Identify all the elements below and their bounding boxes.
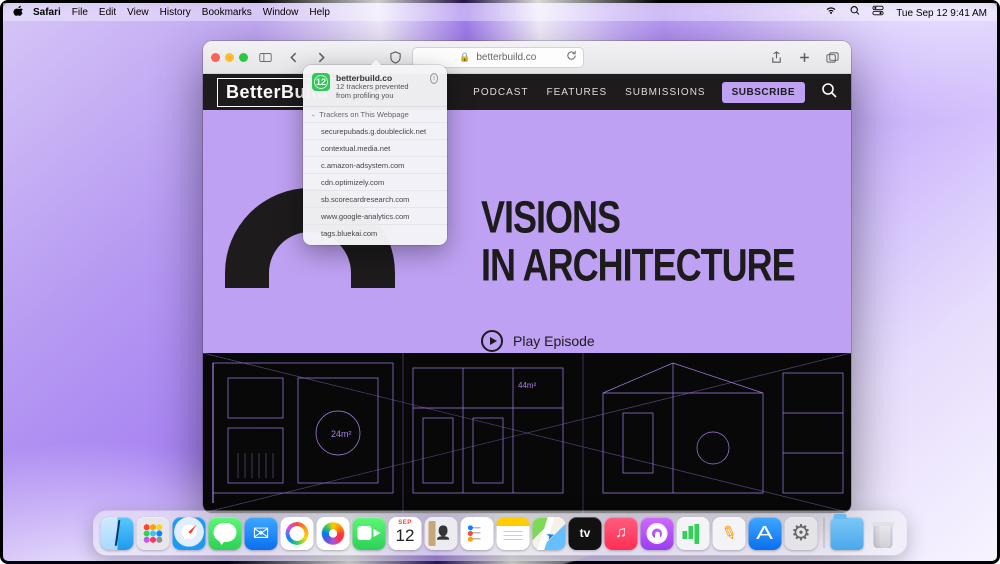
window-minimize-button[interactable]: [225, 53, 234, 62]
dock-downloads-folder[interactable]: [831, 517, 864, 550]
menu-history[interactable]: History: [160, 7, 191, 18]
site-search-icon[interactable]: [821, 82, 837, 103]
nav-submissions[interactable]: SUBMISSIONS: [625, 87, 705, 98]
dock-calendar[interactable]: SEP 12: [389, 517, 422, 550]
desktop: Safari File Edit View History Bookmarks …: [0, 0, 1000, 564]
tracker-item: tags.bluekai.com: [303, 224, 447, 241]
dock-maps[interactable]: [533, 517, 566, 550]
menu-view[interactable]: View: [127, 7, 149, 18]
reload-icon[interactable]: [566, 50, 577, 64]
tracker-item: contextual.media.net: [303, 139, 447, 156]
site-nav: PODCAST FEATURES SUBMISSIONS: [473, 87, 705, 98]
dock-finder[interactable]: [101, 517, 134, 550]
tracker-item: www.google-analytics.com: [303, 207, 447, 224]
tab-overview-button[interactable]: [821, 47, 843, 67]
privacy-report-button[interactable]: [384, 47, 406, 67]
hero-title-line2: IN ARCHITECTURE: [481, 244, 795, 286]
dock-tv[interactable]: [569, 517, 602, 550]
nav-podcast[interactable]: PODCAST: [473, 87, 528, 98]
lock-icon: 🔒: [459, 52, 470, 63]
hero-title-line1: VISIONS: [481, 196, 795, 238]
dock-pages[interactable]: [713, 517, 746, 550]
back-button[interactable]: [282, 47, 304, 67]
play-icon: [481, 330, 503, 352]
spotlight-icon[interactable]: [849, 5, 861, 16]
chevron-down-icon: ›: [310, 115, 317, 117]
menubar-status: Tue Sep 12 9:41 AM: [816, 5, 987, 19]
calendar-day: 12: [389, 526, 422, 546]
menu-window[interactable]: Window: [263, 7, 299, 18]
svg-text:24m²: 24m²: [331, 429, 352, 439]
dock-notes[interactable]: [497, 517, 530, 550]
dock-settings[interactable]: [785, 517, 818, 550]
play-label: Play Episode: [513, 333, 595, 349]
play-episode-button[interactable]: Play Episode: [481, 330, 595, 352]
dock-reminders[interactable]: [461, 517, 494, 550]
share-button[interactable]: [765, 47, 787, 67]
menu-file[interactable]: File: [72, 7, 88, 18]
tracker-list: securepubads.g.doubleclick.net contextua…: [303, 122, 447, 241]
site-header: BetterBuild PODCAST FEATURES SUBMISSIONS…: [203, 74, 851, 110]
dock-launchpad[interactable]: [137, 517, 170, 550]
dock-numbers[interactable]: [677, 517, 710, 550]
sidebar-toggle-icon[interactable]: [254, 47, 276, 67]
dock-trash[interactable]: [867, 517, 900, 550]
tracker-item: c.amazon-adsystem.com: [303, 156, 447, 173]
menu-bookmarks[interactable]: Bookmarks: [202, 7, 252, 18]
control-center-icon[interactable]: [872, 5, 884, 16]
apple-menu-icon[interactable]: [13, 5, 25, 19]
trackers-section-header[interactable]: › Trackers on This Webpage: [303, 106, 447, 122]
dock-messages[interactable]: [209, 517, 242, 550]
privacy-info-icon[interactable]: i: [430, 73, 438, 84]
subscribe-button[interactable]: SUBSCRIBE: [722, 82, 805, 103]
safari-toolbar: 🔒 betterbuild.co: [203, 41, 851, 74]
tracker-item: sb.scorecardresearch.com: [303, 190, 447, 207]
dock-music[interactable]: [605, 517, 638, 550]
privacy-report-popover: 12 betterbuild.co 12 trackers prevented …: [303, 65, 447, 245]
menu-help[interactable]: Help: [309, 7, 330, 18]
dock-safari[interactable]: [173, 517, 206, 550]
dock-podcasts[interactable]: [641, 517, 674, 550]
forward-button[interactable]: [310, 47, 332, 67]
webpage-content: BetterBuild PODCAST FEATURES SUBMISSIONS…: [203, 74, 851, 513]
dock: SEP 12: [94, 511, 907, 555]
hero-text: VISIONS IN ARCHITECTURE EPISODE 14: [481, 196, 795, 278]
menubar: Safari File Edit View History Bookmarks …: [3, 3, 997, 21]
menu-edit[interactable]: Edit: [99, 7, 116, 18]
dock-contacts[interactable]: [425, 517, 458, 550]
hero-panel: VISIONS IN ARCHITECTURE EPISODE 14 Play …: [203, 110, 851, 513]
tracker-item: securepubads.g.doubleclick.net: [303, 122, 447, 139]
wifi-icon[interactable]: [825, 5, 837, 16]
dock-separator: [824, 518, 825, 548]
address-host: betterbuild.co: [476, 52, 536, 63]
dock-freeform[interactable]: [281, 517, 314, 550]
window-traffic-lights: [211, 53, 248, 62]
safari-window: 🔒 betterbuild.co BetterBuild PODCA: [203, 41, 851, 513]
menu-app-name[interactable]: Safari: [33, 7, 61, 18]
window-close-button[interactable]: [211, 53, 220, 62]
nav-features[interactable]: FEATURES: [547, 87, 608, 98]
dock-mail[interactable]: [245, 517, 278, 550]
dock-photos[interactable]: [317, 517, 350, 550]
dock-facetime[interactable]: [353, 517, 386, 550]
new-tab-button[interactable]: [793, 47, 815, 67]
window-fullscreen-button[interactable]: [239, 53, 248, 62]
blueprint-graphic: 24m² 1000 44m²: [203, 353, 851, 513]
svg-text:44m²: 44m²: [518, 381, 537, 390]
menubar-clock[interactable]: Tue Sep 12 9:41 AM: [896, 8, 987, 19]
dock-appstore[interactable]: [749, 517, 782, 550]
privacy-summary: 12 trackers prevented from profiling you: [336, 83, 424, 100]
tracker-count-badge: 12: [312, 73, 330, 91]
tracker-item: cdn.optimizely.com: [303, 173, 447, 190]
